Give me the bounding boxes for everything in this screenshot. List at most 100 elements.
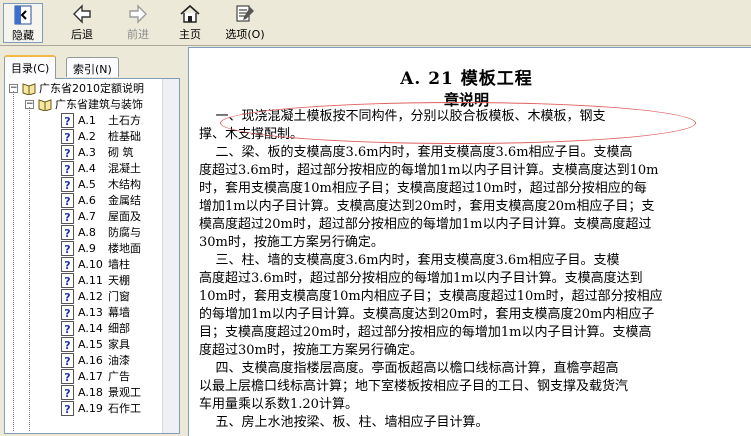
tree-item[interactable]: ? A.1 土石方 — [61, 113, 141, 129]
tree-guide-line — [13, 91, 14, 431]
tree-item-label: 石作工 — [108, 402, 141, 415]
tree-item[interactable]: ? A.18 景观工 — [61, 385, 141, 401]
document-line: 车用量乘以系数1.20计算。 — [199, 397, 358, 412]
tree-item[interactable]: ? A.19 石作工 — [61, 401, 141, 417]
tree-item[interactable]: ? A.3 砌 筑 — [61, 145, 134, 161]
help-topic-icon: ? — [61, 369, 74, 384]
help-topic-icon: ? — [61, 225, 74, 240]
contents-tree: − 广东省2010定额说明 − 广东省建筑与装饰 ? A.1 土石方? A.2 桩基础?… — [4, 78, 180, 434]
tree-guide-line — [29, 107, 30, 431]
tree-item-label: 楼地面 — [108, 242, 141, 255]
tree-item[interactable]: ? A.8 防腐与 — [61, 225, 141, 241]
svg-text:?: ? — [64, 227, 70, 240]
back-button[interactable]: 后退 — [62, 3, 102, 43]
hide-label: 隐藏 — [12, 29, 34, 42]
tree-root[interactable]: − 广东省2010定额说明 — [9, 81, 169, 97]
tree-item-code: A.2 — [78, 130, 96, 143]
tree-item[interactable]: ? A.7 屋面及 — [61, 209, 141, 225]
help-topic-icon: ? — [61, 161, 74, 176]
tree-item[interactable]: ? A.12 门窗 — [61, 289, 130, 305]
tree-item-code: A.6 — [78, 194, 96, 207]
tree-item-label: 屋面及 — [108, 210, 141, 223]
svg-text:?: ? — [64, 403, 70, 416]
tree-item-code: A.16 — [78, 354, 103, 367]
tree-item[interactable]: ? A.10 墙柱 — [61, 257, 130, 273]
help-topic-icon: ? — [61, 113, 74, 128]
svg-text:?: ? — [64, 131, 70, 144]
page-title: A. 21 模板工程 — [400, 69, 533, 89]
toolbar: 隐藏 后退 前进 主页 选项(O) — [0, 0, 751, 46]
topic-content: A. 21 模板工程 章说明 一、现浇混凝土模板按不同构件，分别以胶合板模板、木… — [188, 47, 751, 436]
svg-text:?: ? — [64, 195, 70, 208]
document-line: 五、房上水池按梁、板、柱、墙相应子目计算。 — [199, 415, 489, 430]
open-book-icon — [38, 99, 52, 111]
help-topic-icon: ? — [61, 401, 74, 416]
annotation-ellipse — [220, 102, 696, 144]
tree-item-label: 木结构 — [108, 178, 141, 191]
svg-text:?: ? — [64, 339, 70, 352]
document-line: 以最上层檐口线标高计算；地下室楼板按相应子目的工日、钢支撑及载货汽 — [199, 379, 629, 394]
svg-text:?: ? — [64, 387, 70, 400]
svg-text:?: ? — [64, 243, 70, 256]
document-line: 度超过30m时，按施工方案另行确定。 — [199, 343, 423, 358]
help-topic-icon: ? — [61, 385, 74, 400]
tree-item[interactable]: ? A.16 油漆 — [61, 353, 130, 369]
tree-item[interactable]: ? A.14 细部 — [61, 321, 130, 337]
tree-item[interactable]: ? A.15 家具 — [61, 337, 130, 353]
tree-item-code: A.3 — [78, 146, 96, 159]
tree-child[interactable]: − 广东省建筑与装饰 — [25, 97, 175, 113]
tree-item[interactable]: ? A.4 混凝土 — [61, 161, 141, 177]
tree-item[interactable]: ? A.2 桩基础 — [61, 129, 141, 145]
tree-item-label: 门窗 — [108, 290, 130, 303]
hide-pane-icon — [14, 5, 32, 25]
tree-item-code: A.8 — [78, 226, 96, 239]
document-line: 高度超过3.6m时，超过部分按相应的每增加1m以内子目计算。支模高度达到 — [199, 271, 643, 286]
svg-text:?: ? — [64, 355, 70, 368]
help-topic-icon: ? — [61, 353, 74, 368]
tree-item[interactable]: ? A.9 楼地面 — [61, 241, 141, 257]
forward-button[interactable]: 前进 — [118, 3, 158, 43]
tree-item-code: A.17 — [78, 370, 103, 383]
help-topic-icon: ? — [61, 129, 74, 144]
tree-item-label: 广告 — [108, 370, 130, 383]
tree-item-code: A.9 — [78, 242, 96, 255]
options-icon — [236, 5, 254, 22]
tree-child-label: 广东省建筑与装饰 — [55, 98, 143, 111]
tree-item-code: A.10 — [78, 258, 103, 271]
tree-item[interactable]: ? A.11 天棚 — [61, 273, 130, 289]
help-topic-icon: ? — [61, 257, 74, 272]
help-topic-icon: ? — [61, 305, 74, 320]
home-button[interactable]: 主页 — [170, 3, 210, 43]
tree-item-label: 土石方 — [108, 114, 141, 127]
options-button[interactable]: 选项(O) — [222, 3, 268, 43]
tree-item[interactable]: ? A.6 金属结 — [61, 193, 141, 209]
tree-item[interactable]: ? A.5 木结构 — [61, 177, 141, 193]
tree-item[interactable]: ? A.13 幕墙 — [61, 305, 130, 321]
tree-item[interactable]: ? A.17 广告 — [61, 369, 130, 385]
arrow-left-icon — [73, 4, 91, 24]
svg-text:?: ? — [64, 115, 70, 128]
tree-item-code: A.11 — [78, 274, 103, 287]
tree-item-label: 幕墙 — [108, 306, 130, 319]
svg-text:?: ? — [64, 259, 70, 272]
help-topic-icon: ? — [61, 337, 74, 352]
svg-text:?: ? — [64, 179, 70, 192]
svg-text:?: ? — [64, 163, 70, 176]
tab-index[interactable]: 索引(N) — [66, 57, 119, 77]
tree-item-code: A.4 — [78, 162, 96, 175]
tree-root-label: 广东省2010定额说明 — [39, 82, 144, 95]
help-topic-icon: ? — [61, 241, 74, 256]
document-line: 目；支模高度超过20m时，超过部分按相应的每增加1m以内子目计算。支模高 — [199, 325, 652, 340]
home-icon — [180, 4, 200, 23]
tree-item-code: A.14 — [78, 322, 103, 335]
help-viewer-window: 隐藏 后退 前进 主页 选项(O) 目录(C) 索引(N) − 广东省2010定… — [0, 0, 751, 436]
tree-item-label: 金属结 — [108, 194, 141, 207]
help-topic-icon: ? — [61, 177, 74, 192]
tab-contents[interactable]: 目录(C) — [4, 55, 57, 79]
document-body: 一、现浇混凝土模板按不同构件，分别以胶合板模板、木模板，钢支 撑、木支撑配制。 二… — [199, 108, 663, 432]
document-line: 度超过3.6m时，超过部分按相应的每增加1m以内子目计算。支模高度达到10m — [199, 163, 659, 178]
tree-scrollbar[interactable] — [162, 79, 179, 433]
hide-button[interactable]: 隐藏 — [3, 3, 43, 43]
tree-item-label: 家具 — [108, 338, 130, 351]
tree-item-label: 景观工 — [108, 386, 141, 399]
